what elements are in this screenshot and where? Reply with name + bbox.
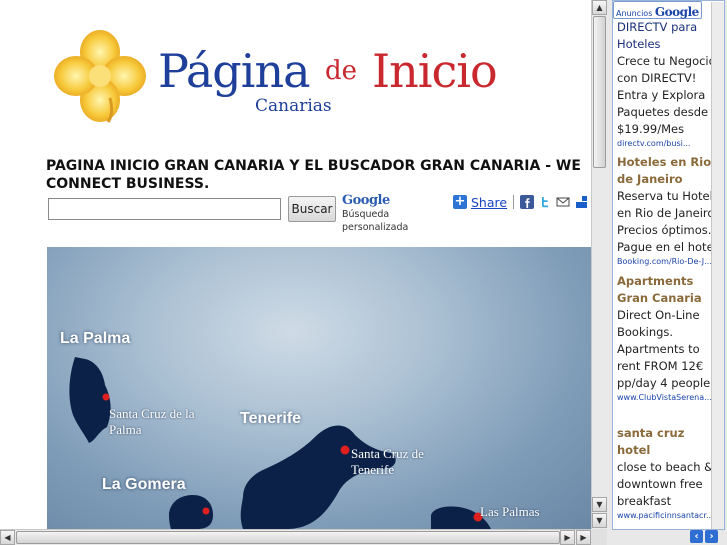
main-content: Página de Inicio Canarias PAGINA INICIO … [0, 0, 591, 529]
main-vertical-scrollbar[interactable]: ▲ ▼ ▼ [591, 0, 607, 529]
main-frame: Página de Inicio Canarias PAGINA INICIO … [0, 0, 607, 545]
logo-word-de: de [325, 56, 358, 86]
page-headline: PAGINA INICIO GRAN CANARIA Y EL BUSCADOR… [46, 158, 581, 192]
ad-body: Direct On-Line Bookings. Apartments to r… [617, 308, 714, 390]
ad-item[interactable]: santa cruz hotel close to beach & downto… [617, 425, 721, 522]
vertical-scroll-thumb[interactable] [593, 16, 606, 168]
ad-title[interactable]: santa cruz hotel [617, 425, 721, 459]
ad-body: close to beach & downtown free breakfast [617, 460, 714, 508]
ad-url[interactable]: www.ClubVistaSerena... [617, 392, 721, 404]
ad-body: Reserva tu Hotel en Rio de Janeiro. Prec… [617, 189, 721, 254]
search-button[interactable]: Buscar [288, 196, 336, 222]
marker-santa-cruz-palma [102, 393, 110, 401]
ad-title[interactable]: Hoteles en Rio de Janeiro [617, 154, 721, 188]
town-label-las-palmas: Las Palmas [480, 504, 540, 519]
site-logo[interactable]: Página de Inicio Canarias [50, 26, 520, 126]
marker-la-gomera [202, 507, 210, 515]
ad-item[interactable]: Apartments Gran Canaria Direct On-Line B… [617, 273, 721, 404]
ads-header-brand: Google [654, 5, 699, 19]
email-icon[interactable] [556, 195, 570, 209]
logo-word-pagina: Página [158, 44, 311, 98]
ad-title[interactable]: Apartments Gran Canaria [617, 273, 721, 307]
scroll-right-button-a[interactable]: ▶ [560, 530, 575, 545]
google-logo: Google [342, 193, 390, 208]
facebook-icon[interactable] [520, 195, 535, 209]
share-link[interactable]: Share [471, 195, 507, 210]
town-label-santa-cruz-tenerife: Santa Cruz de Tenerife [351, 446, 424, 477]
canary-islands-map: La Palma Tenerife La Gomera Santa Cruz d… [47, 247, 591, 529]
ads-panel: Anuncios Google DIRECTV para Hoteles Cre… [612, 0, 725, 530]
ads-next-icon[interactable]: › [705, 530, 718, 543]
twitter-icon[interactable] [538, 195, 552, 209]
search-input[interactable] [48, 198, 281, 220]
ads-frame: Anuncios Google DIRECTV para Hoteles Cre… [607, 0, 727, 545]
ads-scrollbar[interactable] [711, 2, 724, 529]
scrollbar-corner [591, 529, 607, 545]
share-plus-icon[interactable]: + [453, 195, 467, 209]
ads-header-label: Anuncios [616, 9, 653, 18]
ads-by-google-header[interactable]: Anuncios Google [613, 1, 702, 19]
town-label-santa-cruz-palma: Santa Cruz de la Palma [109, 406, 195, 437]
horizontal-scroll-thumb[interactable] [16, 531, 560, 544]
share-divider [513, 195, 515, 209]
ad-item[interactable]: DIRECTV para Hoteles Crece tu Negocio co… [617, 19, 721, 150]
ad-url[interactable]: Booking.com/Rio-De-J... [617, 256, 721, 268]
scroll-up-button[interactable]: ▲ [592, 0, 607, 15]
ads-prev-icon[interactable]: ‹ [690, 530, 703, 543]
island-label-la-gomera: La Gomera [102, 476, 186, 493]
logo-word-inicio: Inicio [372, 44, 498, 98]
scroll-down-button[interactable]: ▼ [592, 497, 607, 512]
ad-url[interactable]: www.pacificinnsantacr... [617, 510, 721, 522]
scroll-right-button-b[interactable]: ▶ [576, 530, 591, 545]
ad-title[interactable]: DIRECTV para Hoteles [617, 19, 721, 53]
scroll-left-button[interactable]: ◀ [0, 530, 15, 545]
logo-region: Canarias [255, 96, 332, 116]
island-label-la-palma: La Palma [60, 330, 131, 347]
ads-pager: ‹ › [690, 530, 720, 543]
ad-item[interactable]: Hoteles en Rio de Janeiro Reserva tu Hot… [617, 154, 721, 268]
island-label-tenerife: Tenerife [240, 410, 302, 427]
scroll-down-end-button[interactable]: ▼ [592, 513, 607, 528]
main-horizontal-scrollbar[interactable]: ◀ ▶ ▶ [0, 529, 591, 545]
share-bar: + Share [453, 194, 591, 210]
addthis-more-icon[interactable] [574, 195, 588, 209]
marker-santa-cruz-tenerife [340, 445, 350, 455]
custom-search-label: Búsqueda personalizada [342, 209, 409, 233]
clover-flower-icon [54, 30, 146, 123]
ad-url[interactable]: directv.com/busi... [617, 138, 721, 150]
ad-body: Crece tu Negocio con DIRECTV! Entra y Ex… [617, 54, 716, 136]
